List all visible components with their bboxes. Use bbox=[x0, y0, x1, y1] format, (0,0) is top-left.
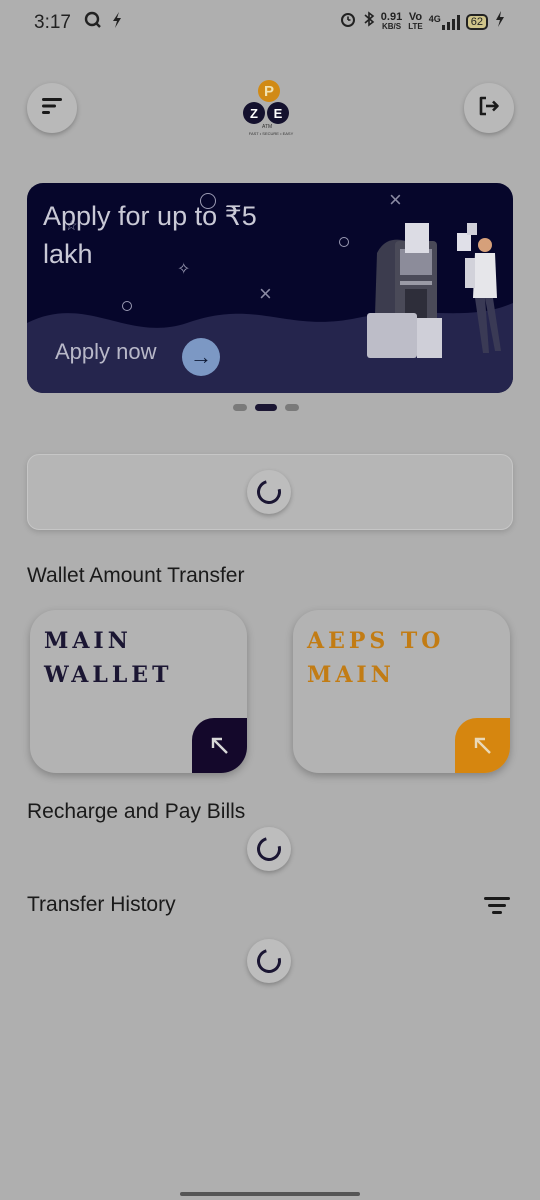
balance-card-loading bbox=[27, 454, 513, 530]
main-wallet-label: MAIN WALLET bbox=[44, 628, 173, 688]
promo-banner[interactable]: × × ✧ ☆ Apply for up to ₹5 lakh Apply no… bbox=[27, 183, 513, 393]
section-title-recharge: Recharge and Pay Bills bbox=[27, 800, 246, 823]
apply-now-link[interactable]: Apply now bbox=[55, 339, 157, 365]
signal-icon: 4G bbox=[429, 14, 460, 30]
main-wallet-card[interactable]: MAIN WALLET bbox=[30, 610, 247, 773]
battery-indicator: 62 bbox=[465, 13, 488, 30]
logout-button[interactable] bbox=[464, 83, 514, 133]
flash-icon bbox=[110, 11, 124, 34]
decor-circle bbox=[339, 237, 349, 247]
bluetooth-icon bbox=[363, 10, 375, 33]
arrow-up-left-icon bbox=[192, 718, 247, 773]
volte-indicator: Vo LTE bbox=[408, 10, 423, 31]
carousel-dot[interactable] bbox=[233, 404, 247, 411]
menu-icon bbox=[40, 96, 64, 121]
menu-button[interactable] bbox=[27, 83, 77, 133]
search-status-icon bbox=[84, 11, 102, 34]
charging-icon bbox=[494, 10, 506, 33]
atm-illustration bbox=[367, 223, 501, 358]
carousel-dot[interactable] bbox=[285, 404, 299, 411]
status-time: 3:17 bbox=[34, 12, 71, 33]
decor-cross: × bbox=[259, 281, 272, 306]
status-bar: 3:17 0.91 KB/S Vo LTE 4G 62 bbox=[0, 0, 540, 48]
aeps-to-main-label: AEPS TO MAIN bbox=[307, 628, 445, 688]
loading-spinner bbox=[247, 470, 291, 514]
decor-circle bbox=[122, 301, 132, 311]
alarm-icon bbox=[339, 10, 357, 33]
decor-cross: × bbox=[389, 187, 402, 212]
banner-title: Apply for up to ₹5 lakh bbox=[43, 201, 257, 269]
section-title-wallet-transfer: Wallet Amount Transfer bbox=[27, 564, 245, 587]
aeps-to-main-card[interactable]: AEPS TO MAIN bbox=[293, 610, 510, 773]
section-title-transfer-history: Transfer History bbox=[27, 893, 176, 916]
gesture-home-bar[interactable] bbox=[180, 1192, 360, 1196]
arrow-right-icon[interactable]: → bbox=[182, 338, 220, 376]
carousel-dot-active[interactable] bbox=[255, 404, 277, 411]
net-speed: 0.91 KB/S bbox=[380, 10, 403, 31]
logout-icon bbox=[477, 95, 501, 122]
loading-spinner bbox=[247, 827, 291, 871]
carousel-indicator[interactable] bbox=[233, 404, 299, 411]
loading-spinner bbox=[247, 939, 291, 983]
arrow-up-left-icon bbox=[455, 718, 510, 773]
filter-icon[interactable] bbox=[484, 895, 510, 917]
app-logo: P Z E ATM FAST • SECURE • EASY bbox=[236, 80, 306, 138]
